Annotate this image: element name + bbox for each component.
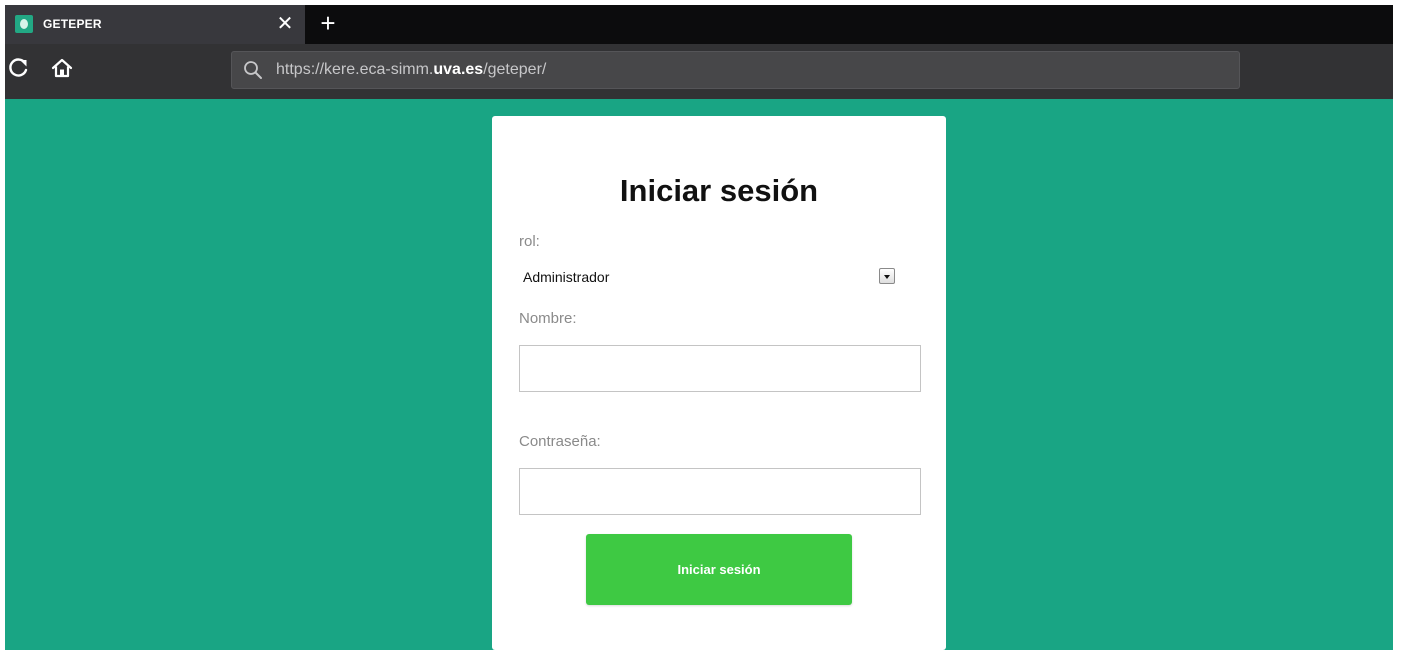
reload-icon[interactable] [7,56,31,80]
page-content: Iniciar sesión rol: Administrador Nombre… [5,99,1393,650]
url-path: /geteper/ [483,61,547,78]
tab-geteper[interactable]: GETEPER ✕ [5,5,305,44]
tab-strip: GETEPER ✕ + [5,5,1393,44]
password-input[interactable] [519,468,921,515]
page-title: Iniciar sesión [619,173,819,208]
nombre-input[interactable] [519,345,921,392]
close-tab-icon[interactable]: ✕ [272,11,298,37]
home-icon[interactable] [50,56,74,80]
login-card: Iniciar sesión rol: Administrador Nombre… [492,116,946,650]
password-label: Contraseña: [519,433,601,450]
rol-select[interactable]: Administrador [519,265,895,289]
rol-label: rol: [519,233,540,250]
login-submit-button[interactable]: Iniciar sesión [586,534,852,605]
url-text: https://kere.eca-simm.uva.es/geteper/ [276,52,546,88]
tab-title: GETEPER [43,17,102,31]
site-favicon-icon [15,15,33,33]
navigation-bar: https://kere.eca-simm.uva.es/geteper/ [5,44,1393,99]
url-bar[interactable]: https://kere.eca-simm.uva.es/geteper/ [231,51,1240,89]
browser-window: GETEPER ✕ + https://kere.eca-simm.uva.es… [5,5,1393,650]
new-tab-button[interactable]: + [314,9,342,39]
rol-selected-value: Administrador [523,269,610,285]
nombre-label: Nombre: [519,310,577,327]
url-domain: uva.es [433,61,484,78]
chevron-down-icon[interactable] [879,268,895,284]
search-icon [243,60,263,80]
url-prefix: https://kere.eca-simm. [276,61,434,78]
